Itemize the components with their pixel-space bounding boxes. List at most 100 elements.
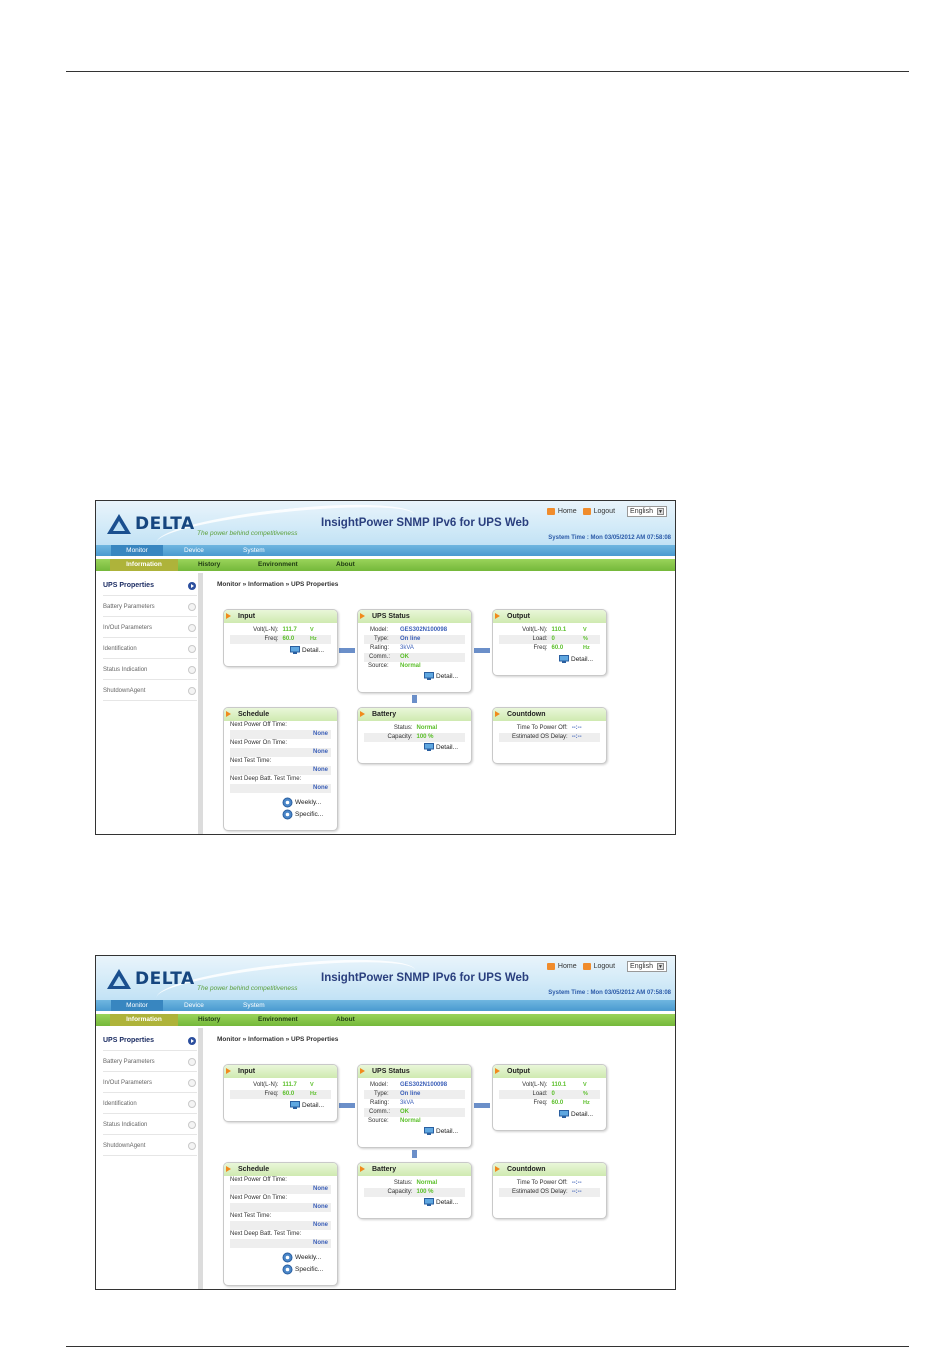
menu-device[interactable]: Device xyxy=(184,545,204,556)
menu-device[interactable]: Device xyxy=(184,1000,204,1011)
system-time: System Time : Mon 03/05/2012 AM 07:58:08 xyxy=(548,990,671,996)
tab-about[interactable]: About xyxy=(336,559,355,571)
language-select[interactable]: English ▼ xyxy=(627,961,667,972)
battery-detail-link[interactable]: Detail... xyxy=(424,1198,458,1206)
triangle-bullet-icon xyxy=(360,1068,365,1074)
menu-system[interactable]: System xyxy=(243,1000,265,1011)
monitor-icon xyxy=(559,655,569,663)
home-icon xyxy=(546,963,555,970)
sidebar: UPS Properties Battery Parameters In/Out… xyxy=(96,573,203,834)
schedule-weekly-link[interactable]: Weekly... xyxy=(282,797,321,808)
monitor-icon xyxy=(424,1127,434,1135)
output-detail-link[interactable]: Detail... xyxy=(559,655,593,663)
sidebar: UPS Properties Battery Parameters In/Out… xyxy=(96,1028,203,1289)
primary-menu: Monitor Device System xyxy=(96,1000,675,1011)
breadcrumb: Monitor » Information » UPS Properties xyxy=(217,581,339,588)
brand-tagline: The power behind competitiveness xyxy=(197,985,298,992)
schedule-weekly-link[interactable]: Weekly... xyxy=(282,1252,321,1263)
triangle-bullet-icon xyxy=(495,1068,500,1074)
tab-environment[interactable]: Environment xyxy=(258,1014,298,1026)
arrow-circle-icon xyxy=(188,1142,196,1150)
tab-information[interactable]: Information xyxy=(110,1014,178,1026)
brand-name: DELTA xyxy=(135,969,195,989)
menu-monitor[interactable]: Monitor xyxy=(111,1000,163,1011)
schedule-specific-link[interactable]: Specific... xyxy=(282,1264,323,1275)
sidebar-item-status-indication[interactable]: Status Indication xyxy=(103,660,197,680)
ups-status-detail-link[interactable]: Detail... xyxy=(424,672,458,680)
language-select[interactable]: English ▼ xyxy=(627,506,667,517)
triangle-bullet-icon xyxy=(495,613,500,619)
delta-logo: DELTA xyxy=(106,968,195,990)
connector-line xyxy=(339,1103,355,1108)
logout-link[interactable]: Logout xyxy=(582,508,615,515)
arrow-circle-icon xyxy=(188,666,196,674)
arrow-circle-icon xyxy=(188,687,196,695)
triangle-bullet-icon xyxy=(360,613,365,619)
home-icon xyxy=(546,508,555,515)
output-card: Output Volt(L-N): 110.1 V Load: 0% Freq: 60.… xyxy=(492,1064,607,1131)
triangle-bullet-icon xyxy=(360,1166,365,1172)
arrow-circle-icon xyxy=(188,603,196,611)
app-title: InsightPower SNMP IPv6 for UPS Web xyxy=(321,972,529,984)
triangle-bullet-icon xyxy=(226,711,231,717)
tab-history[interactable]: History xyxy=(198,1014,220,1026)
input-detail-link[interactable]: Detail... xyxy=(290,646,324,654)
sidebar-item-shutdownagent[interactable]: ShutdownAgent xyxy=(103,1136,197,1156)
battery-detail-link[interactable]: Detail... xyxy=(424,743,458,751)
sidebar-item-ups-properties[interactable]: UPS Properties xyxy=(103,576,197,596)
primary-menu: Monitor Device System xyxy=(96,545,675,556)
arrow-circle-icon xyxy=(188,1037,196,1045)
tab-about[interactable]: About xyxy=(336,1014,355,1026)
monitor-icon xyxy=(424,1198,434,1206)
sidebar-item-status-indication[interactable]: Status Indication xyxy=(103,1115,197,1135)
sidebar-item-battery-parameters[interactable]: Battery Parameters xyxy=(103,597,197,617)
chevron-down-icon: ▼ xyxy=(657,508,664,515)
gear-icon xyxy=(282,1264,293,1275)
logout-icon xyxy=(582,963,591,970)
input-card: Input Volt(L-N): 111.7 V Freq: 60.0 Hz Detai… xyxy=(223,1064,338,1122)
sidebar-item-battery-parameters[interactable]: Battery Parameters xyxy=(103,1052,197,1072)
menu-monitor[interactable]: Monitor xyxy=(111,545,163,556)
input-card: Input Volt(L-N): 111.7 V Freq: 60.0 Hz Detai… xyxy=(223,609,338,667)
tab-information[interactable]: Information xyxy=(110,559,178,571)
tab-history[interactable]: History xyxy=(198,559,220,571)
output-card: Output Volt(L-N): 110.1 V Load: 0% Freq: 60.… xyxy=(492,609,607,676)
logout-icon xyxy=(582,508,591,515)
arrow-circle-icon xyxy=(188,1079,196,1087)
logout-link[interactable]: Logout xyxy=(582,963,615,970)
ups-status-detail-link[interactable]: Detail... xyxy=(424,1127,458,1135)
output-detail-link[interactable]: Detail... xyxy=(559,1110,593,1118)
arrow-circle-icon xyxy=(188,1058,196,1066)
secondary-menu: Information History Environment About xyxy=(96,559,675,571)
ups-web-screenshot-1: DELTA The power behind competitiveness I… xyxy=(95,500,676,835)
header-banner: DELTA The power behind competitiveness I… xyxy=(96,501,675,563)
arrow-circle-icon xyxy=(188,582,196,590)
ups-status-card: UPS Status Model: GES302N100098 Type: On l… xyxy=(357,1064,472,1148)
sidebar-item-inout-parameters[interactable]: In/Out Parameters xyxy=(103,618,197,638)
sidebar-item-shutdownagent[interactable]: ShutdownAgent xyxy=(103,681,197,701)
connector-line xyxy=(474,1103,490,1108)
sidebar-item-identification[interactable]: Identification xyxy=(103,639,197,659)
battery-card: Battery Status: Normal Capacity: 100 % Det… xyxy=(357,1162,472,1219)
system-time: System Time : Mon 03/05/2012 AM 07:58:08 xyxy=(548,535,671,541)
triangle-bullet-icon xyxy=(226,1166,231,1172)
connector-line xyxy=(474,648,490,653)
app-title: InsightPower SNMP IPv6 for UPS Web xyxy=(321,517,529,529)
delta-logo: DELTA xyxy=(106,513,195,535)
monitor-icon xyxy=(559,1110,569,1118)
home-link[interactable]: Home xyxy=(546,963,577,970)
connector-line xyxy=(339,648,355,653)
schedule-card: Schedule Next Power Off Time: None Next … xyxy=(223,707,338,831)
sidebar-item-ups-properties[interactable]: UPS Properties xyxy=(103,1031,197,1051)
schedule-specific-link[interactable]: Specific... xyxy=(282,809,323,820)
menu-system[interactable]: System xyxy=(243,545,265,556)
input-detail-link[interactable]: Detail... xyxy=(290,1101,324,1109)
tab-environment[interactable]: Environment xyxy=(258,559,298,571)
home-link[interactable]: Home xyxy=(546,508,577,515)
brand-tagline: The power behind competitiveness xyxy=(197,530,298,537)
sidebar-item-inout-parameters[interactable]: In/Out Parameters xyxy=(103,1073,197,1093)
schedule-card: Schedule Next Power Off Time: None Next … xyxy=(223,1162,338,1286)
delta-triangle-icon xyxy=(106,968,132,990)
sidebar-item-identification[interactable]: Identification xyxy=(103,1094,197,1114)
triangle-bullet-icon xyxy=(226,1068,231,1074)
